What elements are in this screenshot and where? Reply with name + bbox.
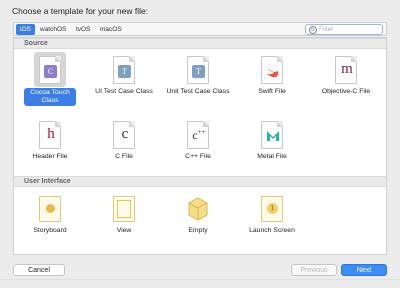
template-swift-file[interactable]: Swift File <box>238 55 306 113</box>
section-header-source: Source <box>14 38 386 49</box>
storyboard-icon <box>38 194 62 224</box>
template-label: Empty <box>188 227 208 234</box>
template-label: C File <box>115 153 133 160</box>
c-file-icon: c <box>112 120 136 150</box>
cpp-file-icon: c++ <box>186 120 210 150</box>
ui-test-case-class-icon: T <box>112 55 136 85</box>
launch-screen-icon: 1 <box>260 194 284 224</box>
template-ui-test-case-class[interactable]: T UI Test Case Class <box>90 55 158 113</box>
template-label: Header File <box>32 153 68 160</box>
template-label: Storyboard <box>33 227 67 234</box>
filter-box[interactable]: ⊙ <box>305 24 383 35</box>
bottom-strip <box>0 279 400 288</box>
template-label: Metal File <box>257 153 287 160</box>
new-file-dialog: Choose a template for your new file: iOS… <box>0 0 400 288</box>
template-unit-test-case-class[interactable]: T Unit Test Case Class <box>164 55 232 113</box>
header-file-icon: h <box>38 120 62 150</box>
template-label: C++ File <box>185 153 211 160</box>
template-header-file[interactable]: h Header File <box>16 120 84 178</box>
template-list: Source C Cocoa Touch Class T UI Test Cas… <box>13 37 387 255</box>
section-header-user-interface: User Interface <box>14 176 386 187</box>
template-label: Objective-C File <box>321 88 371 95</box>
tab-tvos[interactable]: tvOS <box>72 24 94 35</box>
tab-ios[interactable]: iOS <box>16 24 35 35</box>
swift-file-icon <box>260 55 284 85</box>
template-label: Cocoa Touch Class <box>24 88 76 106</box>
previous-button[interactable]: Previous <box>291 264 337 276</box>
template-empty[interactable]: Empty <box>164 194 232 252</box>
template-objective-c-file[interactable]: m Objective-C File <box>312 55 380 113</box>
template-metal-file[interactable]: Metal File <box>238 120 306 178</box>
template-label: UI Test Case Class <box>95 88 153 95</box>
empty-icon <box>186 194 210 224</box>
template-c-file[interactable]: c C File <box>90 120 158 178</box>
metal-file-icon <box>260 120 284 150</box>
unit-test-case-class-icon: T <box>186 55 210 85</box>
filter-input[interactable] <box>319 25 379 34</box>
tab-watchos[interactable]: watchOS <box>36 24 70 35</box>
template-cocoa-touch-class[interactable]: C Cocoa Touch Class <box>16 52 84 113</box>
cancel-button[interactable]: Cancel <box>13 264 65 276</box>
view-icon <box>112 194 136 224</box>
template-cpp-file[interactable]: c++ C++ File <box>164 120 232 178</box>
template-label: Swift File <box>258 88 286 95</box>
platform-bar: iOS watchOS tvOS macOS ⊙ <box>13 22 387 36</box>
template-label: View <box>116 227 132 234</box>
objective-c-file-icon: m <box>334 55 358 85</box>
next-button[interactable]: Next <box>341 264 387 276</box>
template-label: Launch Screen <box>249 227 295 234</box>
template-label: Unit Test Case Class <box>166 88 230 95</box>
tab-macos[interactable]: macOS <box>96 24 126 35</box>
filter-icon: ⊙ <box>309 26 317 34</box>
template-launch-screen[interactable]: 1 Launch Screen <box>238 194 306 252</box>
cocoa-touch-class-icon: C <box>38 55 62 85</box>
template-storyboard[interactable]: Storyboard <box>16 194 84 252</box>
template-view[interactable]: View <box>90 194 158 252</box>
dialog-title: Choose a template for your new file: <box>12 6 149 16</box>
